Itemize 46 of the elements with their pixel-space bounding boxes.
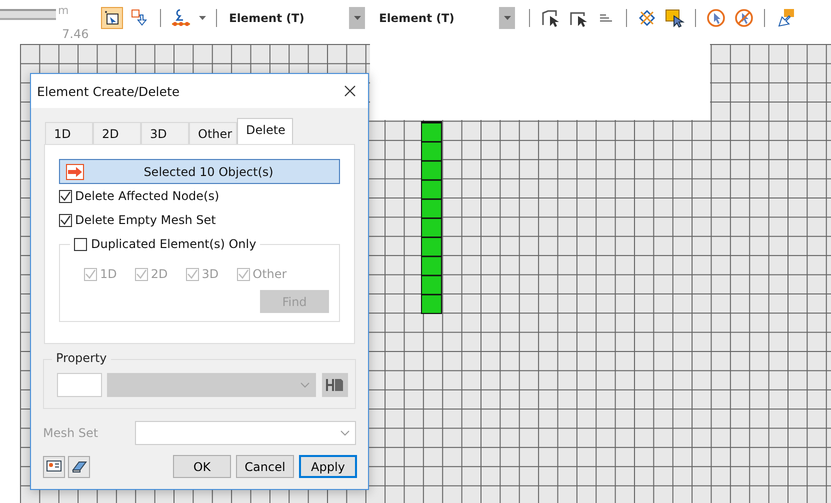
tab[interactable]: Other (189, 122, 237, 144)
mesh-set-label: Mesh Set (43, 426, 100, 440)
checkbox[interactable] (59, 214, 72, 226)
checkbox-label: Duplicated Element(s) Only (91, 237, 256, 251)
arrow-right-icon (66, 164, 84, 180)
checkbox-label: Delete Empty Mesh Set (75, 213, 216, 227)
element-dropdown[interactable]: Element (T) (223, 11, 349, 25)
scale-bar (0, 9, 56, 20)
property-id-field[interactable] (57, 373, 102, 397)
dialog-button[interactable]: Cancel (236, 455, 294, 478)
node-tool-icon[interactable] (170, 7, 192, 29)
checkbox[interactable] (74, 238, 87, 250)
tab[interactable]: 3D (141, 122, 189, 144)
checkbox-label: 3D (202, 267, 219, 281)
group-legend: Property (52, 351, 111, 365)
selection-button[interactable]: Selected 10 Object(s) (59, 159, 340, 184)
select-box-icon[interactable] (101, 7, 123, 29)
dialog-button[interactable]: Apply (299, 455, 357, 478)
dialog-title: Element Create/Delete (37, 84, 180, 98)
chevron-down-icon (300, 382, 310, 388)
close-icon[interactable] (344, 85, 356, 97)
dropdown-button[interactable] (499, 7, 515, 29)
chevron-down-icon (340, 430, 350, 436)
dropdown-button[interactable] (349, 7, 365, 29)
eraser-icon[interactable] (68, 456, 90, 478)
checkbox-label: Delete Affected Node(s) (75, 189, 220, 203)
caret-icon (504, 16, 510, 20)
presentation-icon[interactable] (43, 456, 65, 478)
diamond-nodes-icon[interactable] (636, 7, 658, 29)
window-select-icon[interactable] (664, 7, 686, 29)
property-table-icon[interactable] (322, 373, 348, 397)
dialog-button[interactable]: OK (173, 455, 231, 478)
checkbox-label: 2D (150, 267, 168, 281)
checkbox-label: Other (252, 267, 287, 281)
element-dropdown[interactable]: Element (T) (373, 11, 499, 25)
cursor-circle-icon[interactable] (705, 7, 727, 29)
checkbox-label: 1D (100, 267, 117, 281)
scale-unit: m (58, 4, 69, 17)
checkbox[interactable] (59, 190, 72, 202)
scale-value: 7.46 (62, 27, 89, 41)
caret-icon[interactable] (199, 16, 206, 20)
tab[interactable]: 2D (93, 122, 141, 144)
cursor-blocked-icon[interactable] (733, 7, 755, 29)
tab[interactable]: Delete (237, 118, 293, 144)
caret-icon (354, 16, 360, 20)
tab[interactable]: 1D (45, 122, 93, 144)
